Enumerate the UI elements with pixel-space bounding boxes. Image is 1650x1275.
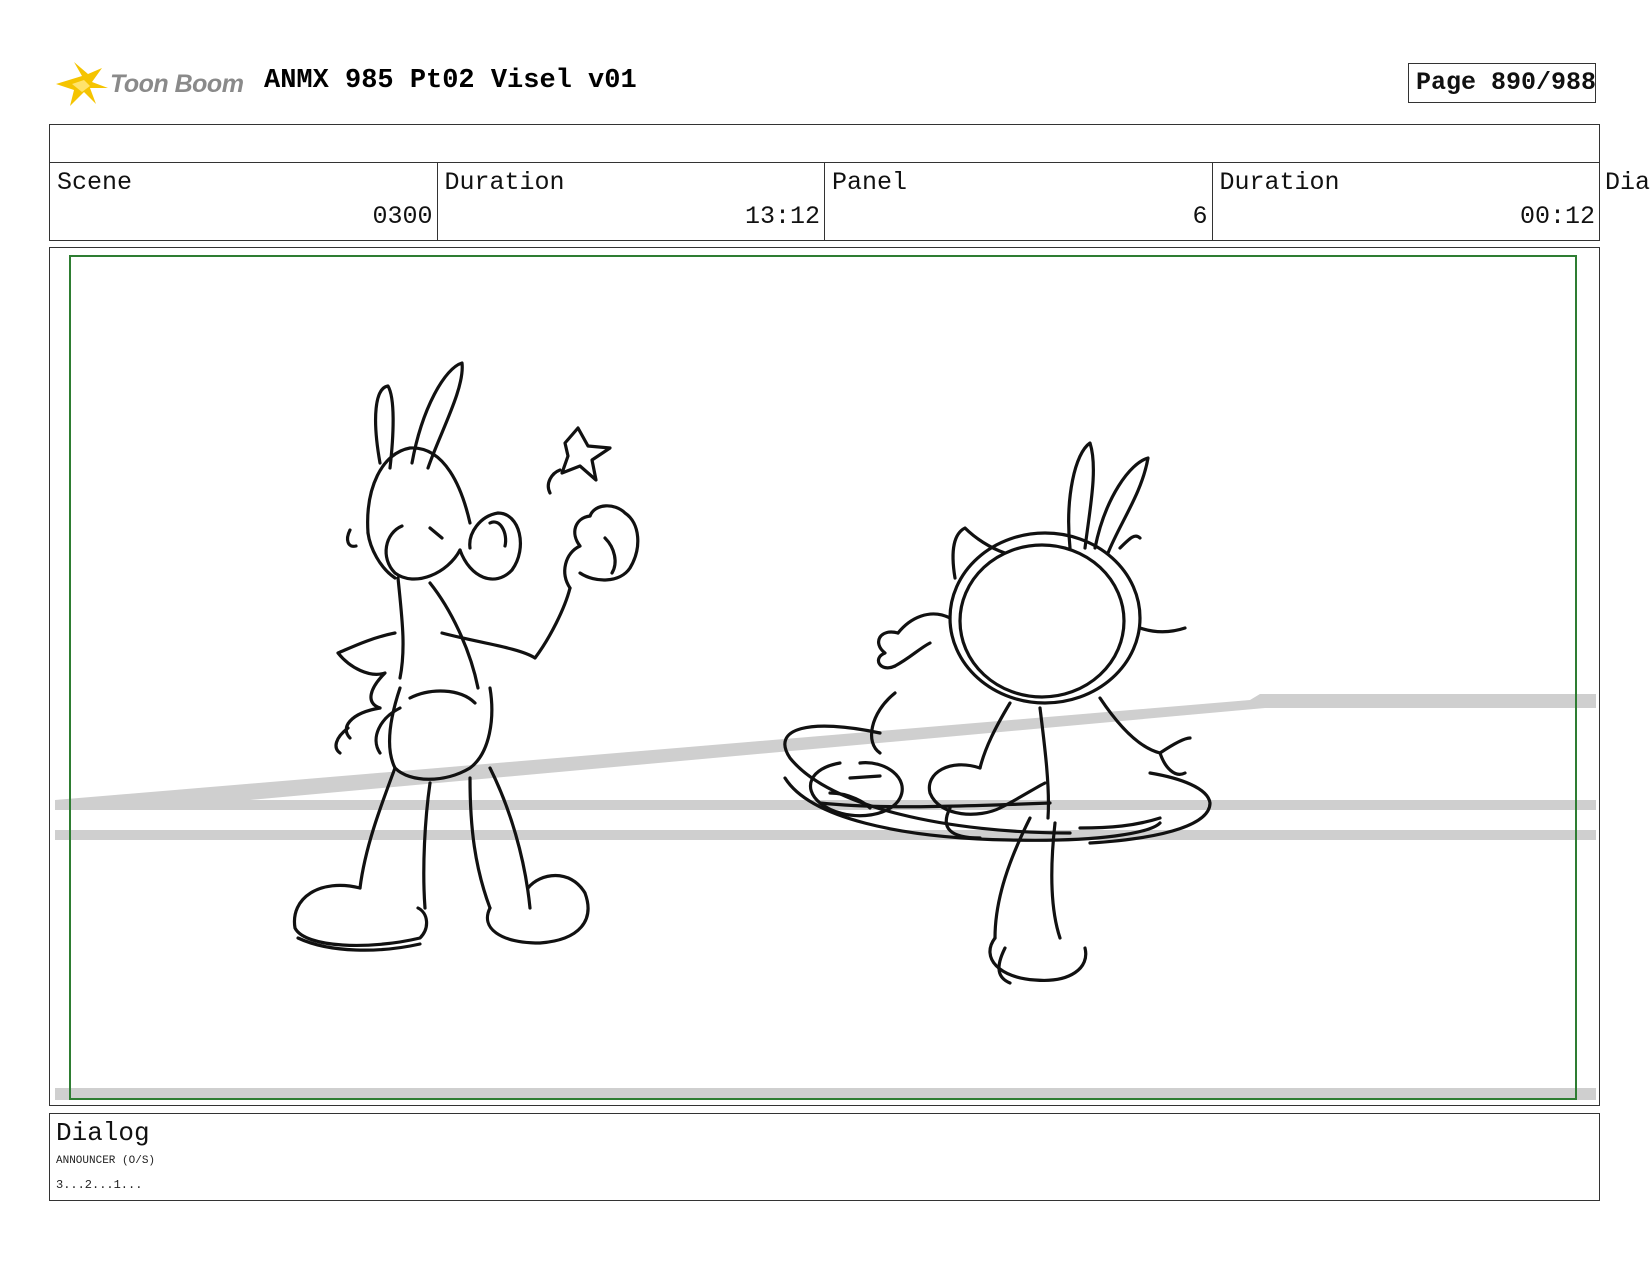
brand-name: Toon Boom	[110, 70, 244, 98]
page-number: Page 890/988	[1408, 63, 1596, 103]
scene-label: Scene	[57, 168, 133, 197]
scene-duration-label: Duration	[444, 168, 565, 197]
stage-guide-lines	[55, 694, 1596, 1100]
panel-duration-value: 00:12	[1519, 202, 1595, 231]
dialog-speaker: ANNOUNCER (O/S)	[56, 1155, 156, 1167]
panel-label: Panel	[832, 168, 908, 197]
panel-value: 6	[1192, 202, 1208, 231]
toon-boom-logo: Toon Boom	[52, 58, 252, 108]
scene-value: 0300	[372, 202, 433, 231]
panel-cell: Panel 6	[825, 162, 1213, 240]
storyboard-panel	[49, 247, 1600, 1106]
toon-boom-star-icon	[56, 62, 108, 106]
panel-duration-cell: Duration 00:12	[1213, 162, 1600, 240]
project-title: ANMX 985 Pt02 Visel v01	[264, 66, 637, 96]
panel-drawing	[55, 255, 1596, 1100]
scene-duration-value: 13:12	[744, 202, 820, 231]
safe-frame	[69, 255, 1577, 1100]
panel-duration-label: Duration	[1219, 168, 1340, 197]
dialog-column-label-cut: Dia	[1605, 168, 1650, 197]
left-character-sketch	[292, 361, 640, 952]
dialog-box: Dialog ANNOUNCER (O/S) 3...2...1...	[49, 1113, 1600, 1201]
page-header: Toon Boom ANMX 985 Pt02 Visel v01	[52, 52, 1602, 112]
scene-duration-cell: Duration 13:12	[438, 162, 825, 240]
info-title-row	[49, 124, 1600, 163]
info-grid: Scene 0300 Duration 13:12 Panel 6 Durati…	[49, 162, 1600, 241]
dialog-line: 3...2...1...	[56, 1178, 143, 1192]
scene-cell: Scene 0300	[50, 162, 438, 240]
dialog-label: Dialog	[56, 1118, 150, 1148]
